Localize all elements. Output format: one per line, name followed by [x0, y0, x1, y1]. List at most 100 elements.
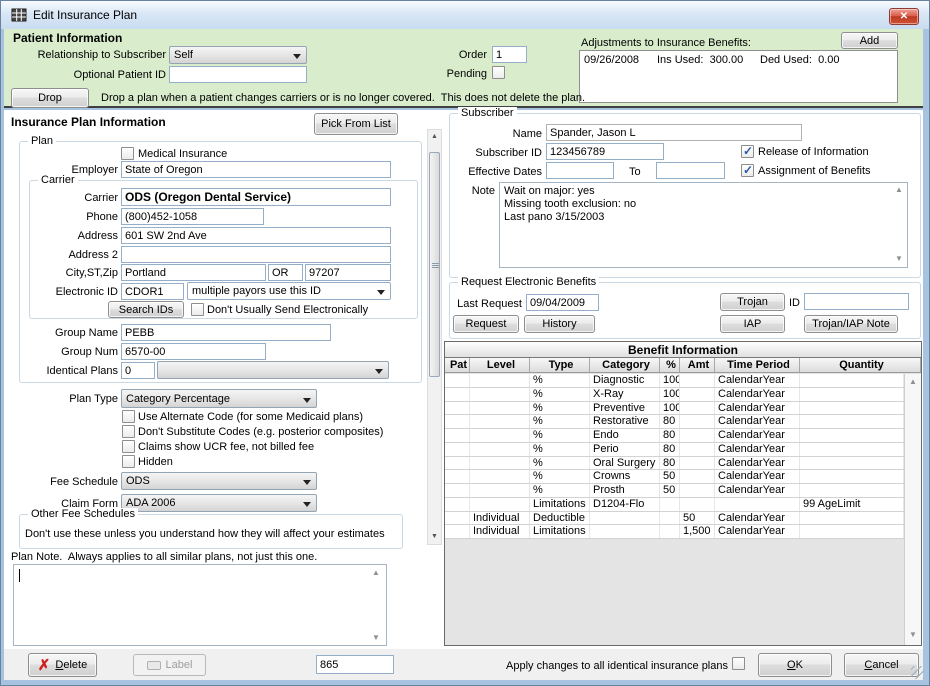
- trojan-iap-note-button[interactable]: Trojan/IAP Note: [804, 315, 898, 333]
- benefit-cell: [470, 457, 530, 470]
- relationship-select[interactable]: Self: [169, 46, 307, 64]
- address2-input[interactable]: [121, 246, 391, 263]
- search-ids-button[interactable]: Search IDs: [108, 301, 184, 318]
- carrier-group-legend: Carrier: [38, 174, 78, 186]
- employer-input[interactable]: [121, 161, 391, 178]
- release-of-information-checkbox[interactable]: [741, 145, 754, 158]
- benefit-cell: %: [530, 443, 590, 456]
- benefit-cell: [800, 415, 904, 428]
- label-button[interactable]: Label: [133, 654, 206, 676]
- history-button[interactable]: History: [524, 315, 595, 333]
- payor-id-select[interactable]: multiple payors use this ID: [187, 282, 391, 300]
- delete-x-icon: ✗: [38, 656, 51, 674]
- scroll-up-icon[interactable]: ▲: [372, 569, 380, 577]
- title-bar[interactable]: Edit Insurance Plan ✕: [1, 1, 930, 29]
- subscriber-id-input[interactable]: [546, 143, 664, 160]
- claims-show-ucr-checkbox[interactable]: [122, 440, 135, 453]
- benefit-row[interactable]: %Restorative80CalendarYear: [445, 415, 904, 429]
- zip-input[interactable]: [305, 264, 391, 281]
- benefit-table-scrollbar[interactable]: ▲ ▼: [904, 374, 921, 645]
- assignment-of-benefits-checkbox[interactable]: [741, 164, 754, 177]
- carrier-input[interactable]: [121, 188, 391, 206]
- plan-num-input[interactable]: [316, 655, 394, 674]
- identical-plans-input[interactable]: [121, 362, 155, 379]
- scroll-down-icon[interactable]: ▼: [372, 634, 380, 642]
- hidden-checkbox[interactable]: [122, 455, 135, 468]
- benefit-cell: Endo: [590, 429, 660, 442]
- subscriber-note-textarea[interactable]: Wait on major: yes Missing tooth exclusi…: [499, 182, 908, 268]
- benefit-cell: CalendarYear: [715, 484, 800, 497]
- scroll-up-icon[interactable]: ▲: [895, 186, 903, 194]
- benefit-row[interactable]: %X-Ray100CalendarYear: [445, 388, 904, 402]
- effective-to-input[interactable]: [656, 162, 725, 179]
- benefit-cell: [680, 457, 715, 470]
- benefit-row[interactable]: %Perio80CalendarYear: [445, 443, 904, 457]
- benefit-cell: %: [530, 402, 590, 415]
- trojan-id-input[interactable]: [804, 293, 909, 310]
- state-input[interactable]: [268, 264, 303, 281]
- effective-from-input[interactable]: [546, 162, 614, 179]
- scroll-down-icon[interactable]: ▼: [895, 255, 903, 263]
- delete-button[interactable]: ✗Delete: [28, 653, 97, 677]
- request-benefits-legend: Request Electronic Benefits: [458, 276, 599, 288]
- benefit-row[interactable]: %Crowns50CalendarYear: [445, 470, 904, 484]
- benefit-row[interactable]: %Oral Surgery80CalendarYear: [445, 457, 904, 471]
- phone-input[interactable]: [121, 208, 264, 225]
- scroll-down-icon[interactable]: ▼: [909, 631, 917, 639]
- benefit-cell: CalendarYear: [715, 415, 800, 428]
- benefit-cell: [680, 415, 715, 428]
- use-alternate-code-checkbox[interactable]: [122, 410, 135, 423]
- benefit-cell: Limitations: [530, 498, 590, 511]
- optional-patient-id-input[interactable]: [169, 66, 307, 83]
- benefit-cell: [680, 402, 715, 415]
- benefit-row[interactable]: %Endo80CalendarYear: [445, 429, 904, 443]
- iap-button[interactable]: IAP: [720, 315, 785, 333]
- address-input[interactable]: [121, 227, 391, 244]
- benefit-row[interactable]: %Preventive100CalendarYear: [445, 402, 904, 416]
- order-input[interactable]: [492, 46, 527, 63]
- benefit-row[interactable]: %Diagnostic100CalendarYear: [445, 374, 904, 388]
- benefit-cell: [680, 470, 715, 483]
- benefit-row[interactable]: %Prosth50CalendarYear: [445, 484, 904, 498]
- benefit-cell: CalendarYear: [715, 470, 800, 483]
- plan-type-select[interactable]: Category Percentage: [121, 389, 317, 408]
- trojan-button[interactable]: Trojan: [720, 293, 785, 311]
- grid-table-icon: [11, 7, 27, 23]
- medical-insurance-checkbox[interactable]: [121, 147, 134, 160]
- fee-schedule-select[interactable]: ODS: [121, 472, 317, 490]
- resize-grip[interactable]: [911, 666, 924, 679]
- drop-plan-button[interactable]: Drop: [11, 88, 89, 108]
- dont-send-electronically-checkbox[interactable]: [191, 303, 204, 316]
- benefit-table-title: Benefit Information: [445, 342, 921, 358]
- close-button[interactable]: ✕: [889, 8, 919, 25]
- dont-substitute-codes-checkbox[interactable]: [122, 425, 135, 438]
- apply-changes-checkbox[interactable]: [732, 657, 745, 670]
- request-button[interactable]: Request: [453, 315, 519, 333]
- benefit-row[interactable]: IndividualLimitations1,500CalendarYear: [445, 525, 904, 539]
- adjustment-date[interactable]: 09/26/2008: [584, 54, 639, 67]
- last-request-input[interactable]: [526, 294, 599, 311]
- plan-note-textarea[interactable]: [13, 564, 387, 646]
- group-num-input[interactable]: [121, 343, 266, 360]
- electronic-id-input[interactable]: [121, 283, 184, 300]
- benefit-row[interactable]: LimitationsD1204-Flo99 AgeLimit: [445, 498, 904, 512]
- identical-plans-select[interactable]: [157, 361, 389, 379]
- benefit-cell: [445, 443, 470, 456]
- benefit-cell: CalendarYear: [715, 429, 800, 442]
- ok-button[interactable]: OK: [758, 653, 832, 677]
- benefit-cell: [680, 498, 715, 511]
- benefit-cell: %: [530, 415, 590, 428]
- claim-form-select[interactable]: ADA 2006: [121, 494, 317, 512]
- scroll-down-icon[interactable]: ▼: [428, 530, 441, 544]
- dont-substitute-codes-label: Don't Substitute Codes (e.g. posterior c…: [138, 426, 383, 439]
- benefit-row[interactable]: IndividualDeductible50CalendarYear: [445, 512, 904, 526]
- cancel-button[interactable]: Cancel: [844, 653, 919, 677]
- trojan-id-label: ID: [789, 297, 800, 310]
- city-input[interactable]: [121, 264, 266, 281]
- add-adjustment-button[interactable]: Add: [841, 32, 898, 49]
- benefit-cell: [445, 374, 470, 387]
- subscriber-name-field: [546, 124, 802, 141]
- scroll-up-icon[interactable]: ▲: [909, 378, 917, 386]
- pending-checkbox[interactable]: [492, 66, 505, 79]
- group-name-input[interactable]: [121, 324, 331, 341]
